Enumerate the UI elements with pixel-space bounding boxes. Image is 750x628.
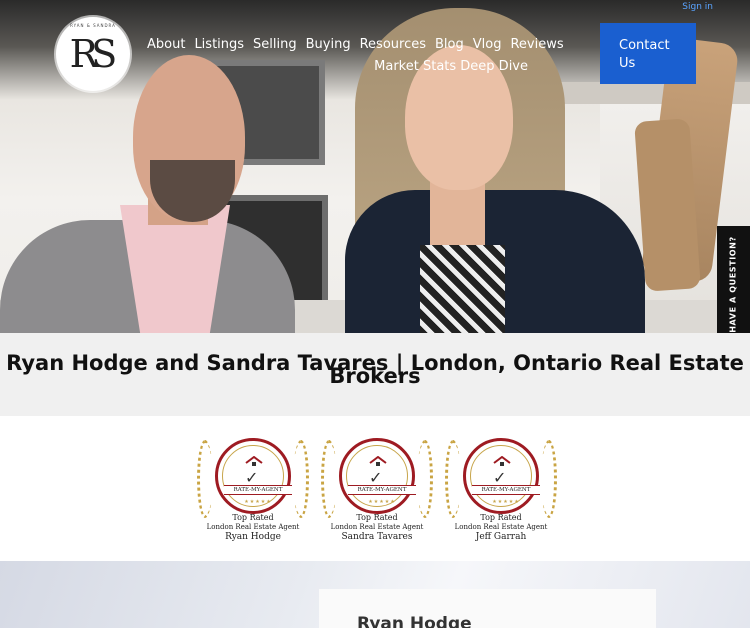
nav-vlog[interactable]: Vlog — [473, 36, 502, 53]
page-title: Ryan Hodge and Sandra Tavares | London, … — [6, 351, 744, 388]
stars-icon: ★★★★★ — [244, 499, 272, 505]
stars-icon: ★★★★★ — [492, 499, 520, 505]
woman-neck — [430, 180, 485, 250]
laurel-icon — [293, 440, 309, 518]
logo-subtitle: RYAN & SANDRA — [70, 23, 116, 28]
checkmark-icon: ✓ — [369, 468, 383, 487]
have-a-question-tab[interactable]: HAVE A QUESTION? — [717, 226, 750, 343]
nav-buying[interactable]: Buying — [306, 36, 351, 53]
agent-profile-section: Ryan Hodge — [0, 561, 750, 628]
contact-us-button[interactable]: Contact Us — [600, 23, 696, 84]
checkmark-icon: ✓ — [493, 468, 507, 487]
badge-seal: ✓ RATE-MY-AGENT ★★★★★ — [339, 438, 416, 514]
badge-line2: London Real Estate Agent — [206, 523, 300, 531]
logo-monogram: RS — [69, 32, 118, 76]
agent-name-heading: Ryan Hodge — [357, 614, 472, 628]
badge-agent-name: Sandra Tavares — [341, 532, 413, 542]
nav-row: About Listings Selling Buying Resources … — [147, 36, 564, 53]
nav-row: Market Stats Deep Dive — [147, 55, 542, 75]
have-a-question-label: HAVE A QUESTION? — [729, 236, 738, 333]
badge-seal: ✓ RATE-MY-AGENT ★★★★★ — [215, 438, 292, 514]
laurel-icon — [417, 440, 433, 518]
title-band: Ryan Hodge and Sandra Tavares | London, … — [0, 333, 750, 416]
badge-agent-name: Ryan Hodge — [225, 532, 281, 542]
rate-my-agent-badge: ✓ RATE-MY-AGENT ★★★★★ Top Rated London R… — [321, 438, 433, 544]
nav-reviews[interactable]: Reviews — [510, 36, 563, 53]
main-nav: About Listings Selling Buying Resources … — [147, 36, 564, 75]
cutting-board — [634, 118, 701, 292]
badge-line2: London Real Estate Agent — [330, 523, 424, 531]
house-icon — [493, 456, 511, 466]
house-icon — [245, 456, 263, 466]
nav-selling[interactable]: Selling — [253, 36, 297, 53]
agent-profile-card: Ryan Hodge — [319, 589, 656, 628]
sign-in-link[interactable]: Sign in — [682, 2, 713, 12]
house-icon — [369, 456, 387, 466]
rate-my-agent-badge: ✓ RATE-MY-AGENT ★★★★★ Top Rated London R… — [197, 438, 309, 544]
woman-top — [420, 245, 505, 333]
laurel-icon — [321, 440, 337, 518]
stars-icon: ★★★★★ — [368, 499, 396, 505]
nav-blog[interactable]: Blog — [435, 36, 464, 53]
nav-listings[interactable]: Listings — [194, 36, 244, 53]
badge-line1: Top Rated — [480, 513, 522, 522]
laurel-icon — [445, 440, 461, 518]
badge-ribbon: RATE-MY-AGENT — [472, 485, 540, 495]
badge-seal: ✓ RATE-MY-AGENT ★★★★★ — [463, 438, 540, 514]
nav-market-stats[interactable]: Market Stats Deep Dive — [374, 59, 528, 74]
site-logo[interactable]: RYAN & SANDRA RS — [56, 17, 130, 91]
badge-ribbon: RATE-MY-AGENT — [224, 485, 292, 495]
laurel-icon — [197, 440, 213, 518]
badge-ribbon: RATE-MY-AGENT — [348, 485, 416, 495]
rate-my-agent-badge: ✓ RATE-MY-AGENT ★★★★★ Top Rated London R… — [445, 438, 557, 544]
laurel-icon — [541, 440, 557, 518]
nav-about[interactable]: About — [147, 36, 185, 53]
badge-line2: London Real Estate Agent — [454, 523, 548, 531]
badge-agent-name: Jeff Garrah — [475, 532, 527, 542]
award-badges: ✓ RATE-MY-AGENT ★★★★★ Top Rated London R… — [0, 416, 750, 561]
badge-line1: Top Rated — [232, 513, 274, 522]
nav-resources[interactable]: Resources — [360, 36, 426, 53]
checkmark-icon: ✓ — [245, 468, 259, 487]
badge-line1: Top Rated — [356, 513, 398, 522]
